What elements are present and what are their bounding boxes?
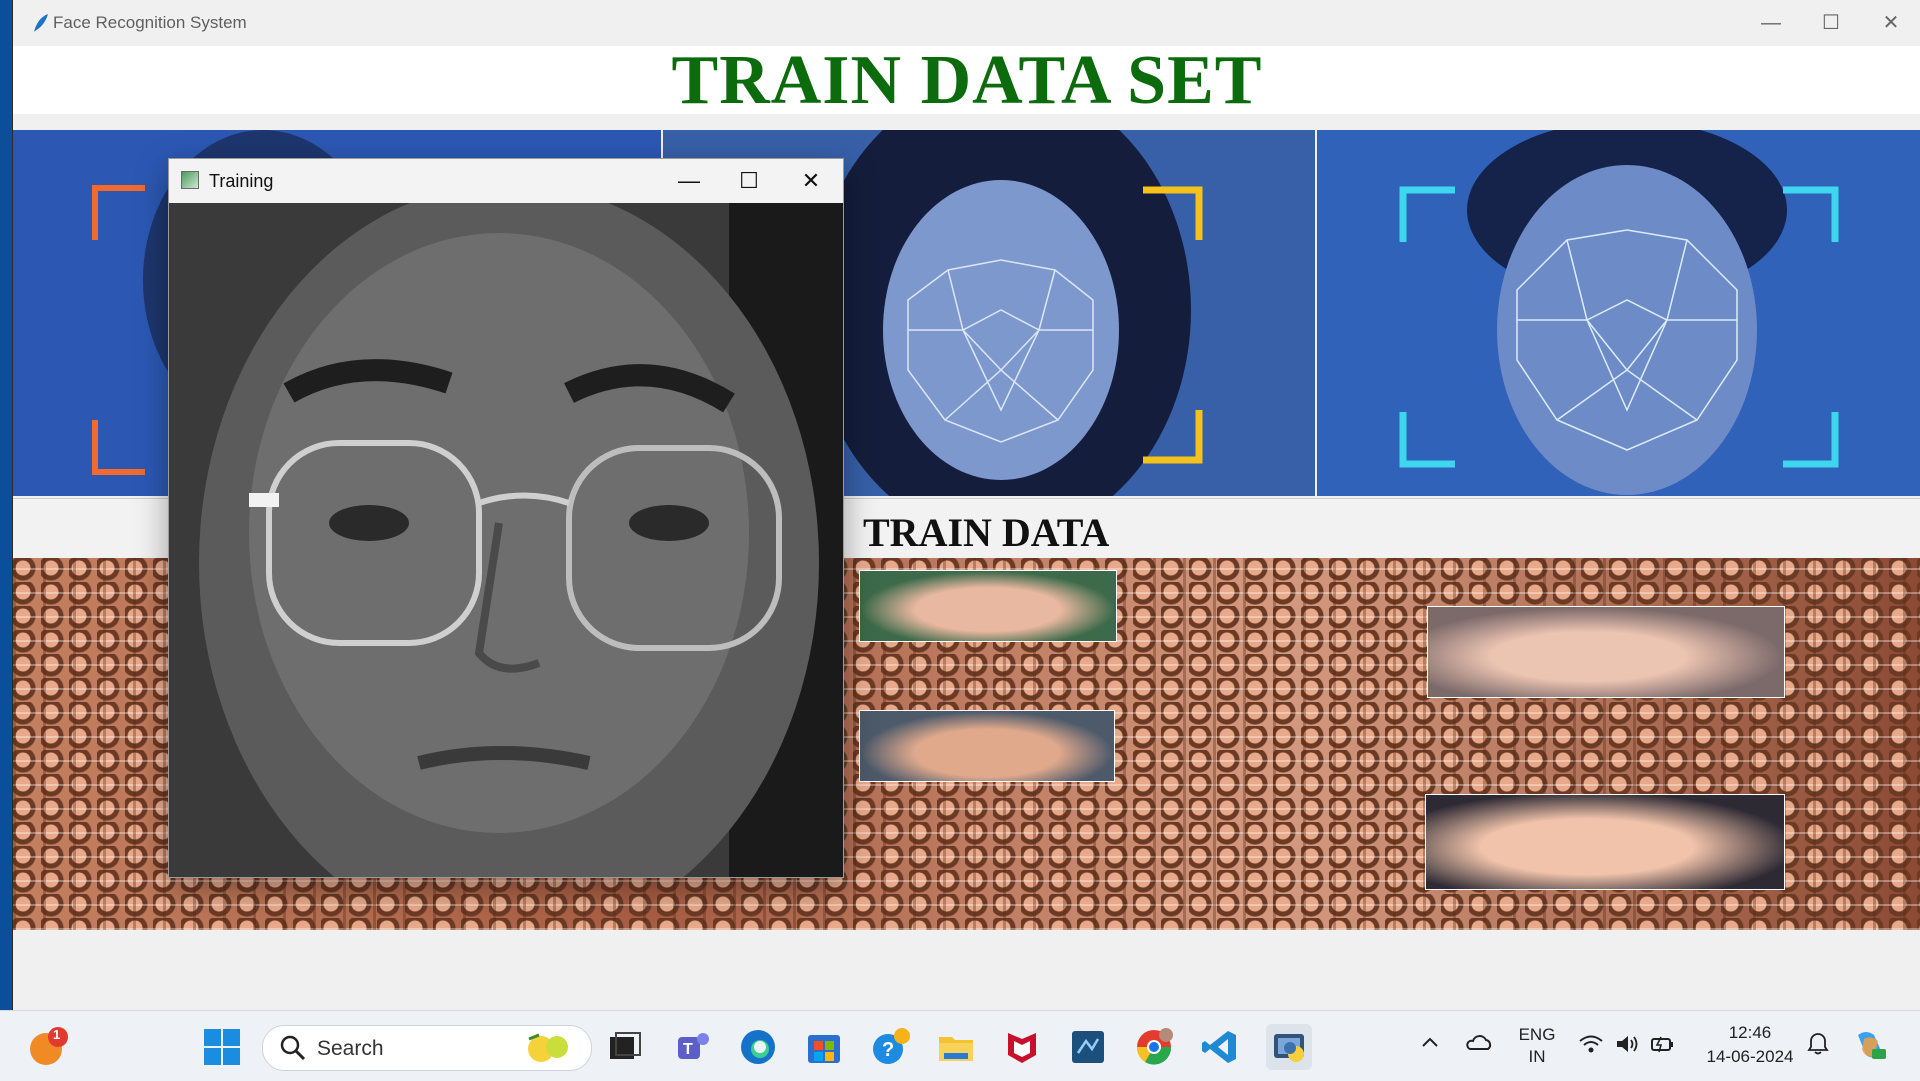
show-hidden-icons-chevron-icon[interactable] (1420, 1033, 1440, 1059)
clock-date[interactable]: 14-06-2024 (1696, 1047, 1804, 1067)
page-title: TRAIN DATA SET (671, 42, 1263, 119)
wifi-icon[interactable] (1578, 1033, 1604, 1060)
store-icon[interactable] (804, 1027, 844, 1067)
main-titlebar[interactable]: Face Recognition System — ☐ ✕ (13, 0, 1920, 46)
task-view-icon[interactable] (604, 1027, 644, 1067)
face-mesh-man-icon (1317, 130, 1920, 496)
face-tile (1425, 794, 1785, 890)
vscode-icon[interactable] (1200, 1027, 1240, 1067)
python-icon[interactable] (1266, 1024, 1312, 1070)
section-label: TRAIN DATA (863, 510, 1110, 555)
training-minimize-button[interactable]: — (659, 163, 719, 199)
page-header: TRAIN DATA SET (13, 42, 1920, 119)
svg-text:?: ? (882, 1039, 894, 1061)
maximize-button[interactable]: ☐ (1801, 4, 1861, 42)
training-close-button[interactable]: ✕ (781, 163, 841, 199)
banner-image-man (1317, 130, 1920, 496)
training-face-feed (169, 203, 843, 877)
window-title: Face Recognition System (53, 13, 247, 32)
face-tile (859, 710, 1115, 782)
minimize-button[interactable]: — (1741, 4, 1801, 42)
face-tile (1427, 606, 1785, 698)
teams-icon[interactable]: T (672, 1027, 712, 1067)
taskbar-search[interactable]: Search (262, 1025, 592, 1071)
chrome-icon[interactable] (1134, 1027, 1174, 1067)
training-window[interactable]: Training — ☐ ✕ (168, 158, 844, 878)
volume-icon[interactable] (1614, 1033, 1640, 1060)
search-icon (279, 1034, 307, 1067)
battery-icon[interactable] (1650, 1033, 1676, 1060)
training-maximize-button[interactable]: ☐ (719, 163, 779, 199)
svg-text:T: T (683, 1041, 693, 1058)
training-window-title: Training (209, 171, 274, 191)
clock-time[interactable]: 12:46 (1700, 1023, 1800, 1043)
search-label: Search (317, 1037, 384, 1060)
lemon-highlight-icon (521, 1031, 577, 1070)
weather-notification-icon[interactable]: 1 (28, 1027, 68, 1067)
help-icon[interactable]: ? (870, 1027, 910, 1067)
notification-badge: 1 (53, 1027, 61, 1042)
training-window-icon (181, 171, 199, 189)
copilot-icon[interactable] (1852, 1027, 1888, 1068)
grayscale-face-image (169, 203, 843, 877)
taskbar: 1 Search T ? ENG IN 12:46 14-06-2024 (0, 1010, 1920, 1081)
face-tile (859, 570, 1117, 642)
notification-bell-icon[interactable] (1806, 1031, 1830, 1062)
training-titlebar[interactable]: Training — ☐ ✕ (169, 159, 843, 203)
file-explorer-icon[interactable] (936, 1027, 976, 1067)
windows-start-icon[interactable] (202, 1027, 242, 1067)
language-indicator-line2[interactable]: IN (1512, 1047, 1562, 1067)
language-indicator-line1[interactable]: ENG (1512, 1025, 1562, 1045)
mcafee-icon[interactable] (1002, 1027, 1042, 1067)
onedrive-cloud-icon[interactable] (1464, 1031, 1494, 1060)
feather-app-icon (30, 12, 52, 34)
edge-icon[interactable] (738, 1027, 778, 1067)
close-button[interactable]: ✕ (1861, 4, 1920, 42)
pycharm-icon[interactable] (1068, 1027, 1108, 1067)
